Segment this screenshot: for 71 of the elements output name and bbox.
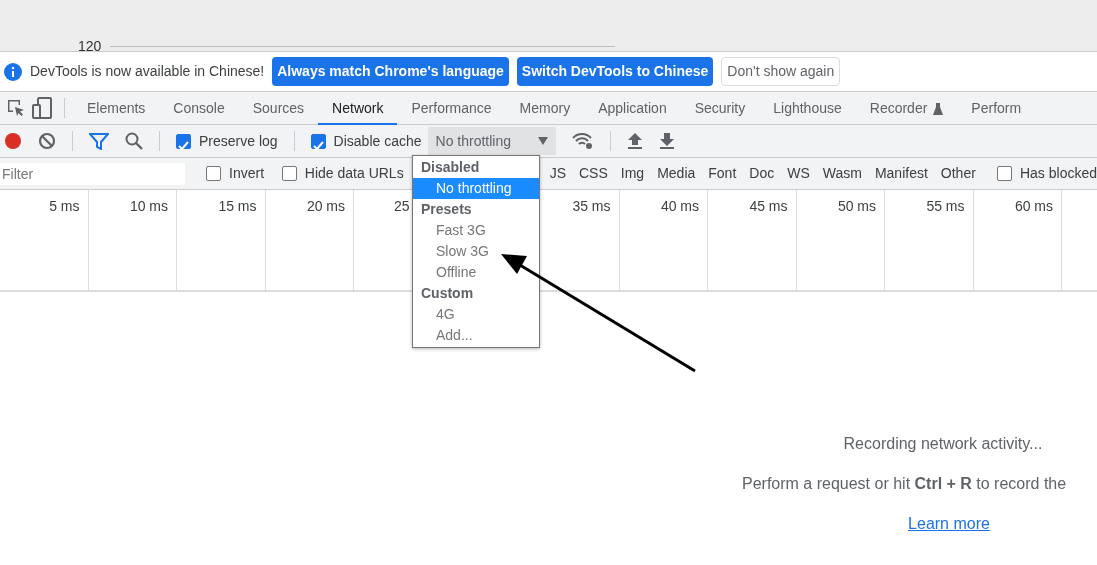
record-icon[interactable] xyxy=(4,132,22,150)
infobar-button[interactable]: Switch DevTools to Chinese xyxy=(516,57,714,86)
tab[interactable]: Recorder xyxy=(855,91,958,125)
menu-option[interactable]: Add... xyxy=(413,325,539,346)
time-tick: 10 ms xyxy=(129,198,168,214)
checkbox[interactable] xyxy=(310,133,326,149)
infobar-button[interactable]: Always match Chrome's language xyxy=(272,57,509,86)
tab[interactable]: Elements xyxy=(73,91,160,125)
time-tick: 35 ms xyxy=(572,198,611,214)
tab[interactable]: Security xyxy=(680,91,760,125)
type-filter[interactable]: WS xyxy=(787,163,810,184)
clear-icon[interactable] xyxy=(38,132,56,150)
throttling-select[interactable]: No throttling xyxy=(427,127,556,155)
empty-state-hint: Perform a request or hit Ctrl + R to record the xyxy=(742,474,1068,494)
checkbox-label: Hide data URLs xyxy=(304,164,404,183)
menu-option[interactable]: No throttling xyxy=(413,178,539,199)
time-tick: 20 ms xyxy=(306,198,345,214)
inspect-icon[interactable] xyxy=(6,98,26,118)
filter-field[interactable]: Filter xyxy=(0,162,185,185)
tab[interactable]: Performance xyxy=(397,91,506,125)
learn-more-link[interactable]: Learn more xyxy=(908,515,990,532)
tab[interactable]: Sources xyxy=(238,91,319,125)
time-tick: 15 ms xyxy=(218,198,257,214)
menu-option[interactable]: Slow 3G xyxy=(413,241,539,262)
checkbox-label: Disable cache xyxy=(333,131,422,151)
menu-option[interactable]: 4G xyxy=(413,304,539,325)
checkbox-label: Preserve log xyxy=(199,131,278,151)
info-message: DevTools is now available in Chinese! xyxy=(30,62,265,81)
info-icon xyxy=(4,62,22,81)
type-filter[interactable]: Wasm xyxy=(822,163,862,184)
time-tick: 25 xyxy=(394,198,410,214)
caret-icon xyxy=(537,137,548,145)
network-conditions-icon[interactable] xyxy=(571,132,594,150)
tab[interactable]: Console xyxy=(159,91,239,125)
tab[interactable]: Perform xyxy=(957,91,1036,125)
checkbox-label: Has blocked xyxy=(1019,164,1097,183)
menu-group-label: Custom xyxy=(420,284,475,303)
filter-icon[interactable] xyxy=(89,132,109,150)
checkbox[interactable] xyxy=(176,133,191,149)
time-tick: 60 ms xyxy=(1014,198,1053,214)
type-filter[interactable]: Img xyxy=(620,163,645,184)
menu-option[interactable]: Fast 3G xyxy=(413,220,539,241)
time-tick: 5 ms xyxy=(49,198,80,214)
device-icon[interactable] xyxy=(32,97,52,119)
type-filter[interactable]: Font xyxy=(708,163,737,184)
menu-group-label: Disabled xyxy=(420,158,481,177)
checkbox-label: Invert xyxy=(229,164,265,183)
time-tick: 45 ms xyxy=(749,198,788,214)
ruler-label: 120 xyxy=(78,37,102,56)
empty-state-title: Recording network activity... xyxy=(842,434,1044,454)
time-tick: 40 ms xyxy=(660,198,699,214)
type-filter[interactable]: Manifest xyxy=(874,163,928,184)
menu-option[interactable]: Offline xyxy=(413,262,539,283)
type-filter[interactable]: Other xyxy=(940,163,976,184)
menu-group-label: Presets xyxy=(420,200,473,219)
type-filter[interactable]: CSS xyxy=(579,163,608,184)
checkbox[interactable] xyxy=(281,166,297,181)
search-icon[interactable] xyxy=(125,132,143,150)
type-filter[interactable]: JS xyxy=(549,163,566,184)
checkbox[interactable] xyxy=(996,166,1012,181)
type-filter[interactable]: Media xyxy=(657,163,696,184)
time-tick: 55 ms xyxy=(926,198,965,214)
infobar-button[interactable]: Don't show again xyxy=(721,57,841,86)
tab[interactable]: Lighthouse xyxy=(759,91,856,125)
type-filter[interactable]: Doc xyxy=(749,163,775,184)
upload-icon[interactable] xyxy=(626,132,643,150)
checkbox[interactable] xyxy=(206,166,222,181)
download-icon[interactable] xyxy=(658,132,675,150)
tab[interactable]: Application xyxy=(584,91,681,125)
tab[interactable]: Memory xyxy=(505,91,585,125)
time-tick: 50 ms xyxy=(837,198,876,214)
